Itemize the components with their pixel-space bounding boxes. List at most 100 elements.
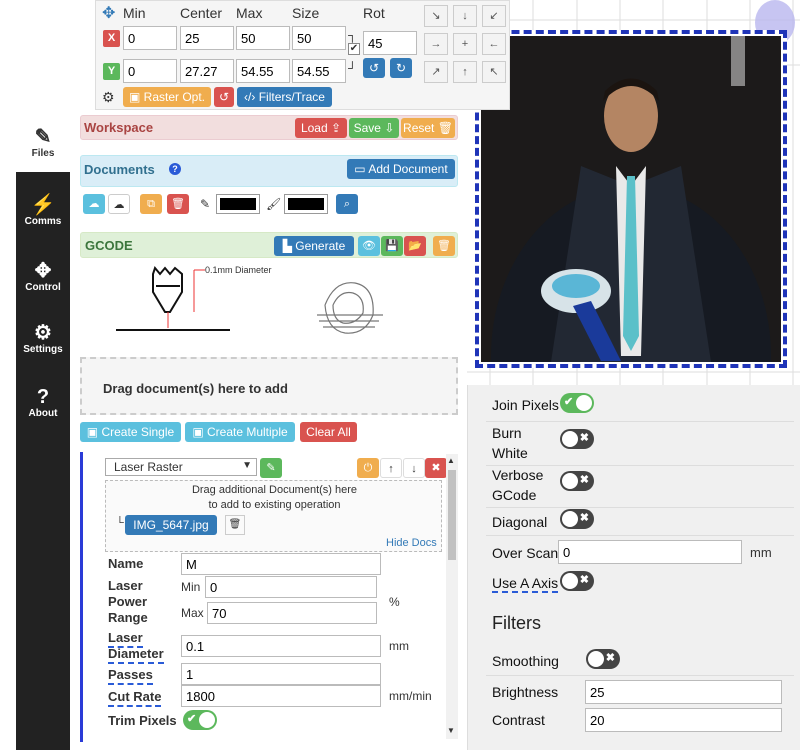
x-max-input[interactable] — [236, 26, 290, 50]
x-min-input[interactable] — [123, 26, 177, 50]
rotate-cw-button[interactable]: ↻ — [390, 58, 412, 78]
create-single-label: Create Single — [101, 425, 175, 439]
gcode-title: GCODE — [85, 238, 133, 253]
x-size-input[interactable] — [292, 26, 346, 50]
burn-white-toggle[interactable]: ✖ — [560, 429, 594, 449]
bracket-bottom-icon: ┘ — [348, 61, 357, 75]
clear-all-button[interactable]: Clear All — [300, 422, 357, 442]
nav-files[interactable]: ✎ Files — [16, 126, 70, 159]
reset-raster-button[interactable]: ↺ — [214, 87, 234, 107]
save-label: Save — [353, 121, 381, 135]
remove-doc-icon[interactable]: 🗑 — [225, 515, 245, 535]
passes-label: Passes — [108, 667, 153, 685]
passes-input[interactable] — [181, 663, 381, 685]
nav-control[interactable]: ✥ Control — [16, 260, 70, 293]
select-all-icon[interactable]: ☁ — [83, 194, 105, 214]
operation-type-select[interactable]: Laser Raster ▼ — [105, 458, 257, 476]
move-up-icon[interactable]: ↑ — [380, 458, 402, 478]
view-gcode-icon[interactable]: 👁 — [358, 236, 380, 256]
create-single-button[interactable]: ▣ Create Single — [80, 422, 181, 442]
x-center-input[interactable] — [180, 26, 234, 50]
workspace-reset-button[interactable]: Reset 🗑 — [401, 118, 455, 138]
open-gcode-icon[interactable]: 📂 — [404, 236, 426, 256]
smoothing-toggle[interactable]: ✖ — [586, 649, 620, 669]
fill-color-swatch[interactable] — [284, 194, 328, 214]
clone-icon[interactable]: ⧉ — [140, 194, 162, 214]
toggle-knob — [562, 573, 578, 589]
scroll-down-icon[interactable]: ▼ — [447, 726, 455, 735]
question-icon: ? — [36, 386, 50, 408]
col-min: Min — [123, 5, 146, 21]
scroll-up-icon[interactable]: ▲ — [447, 456, 455, 465]
trash-icon[interactable]: 🗑 — [167, 194, 189, 214]
gear-icon[interactable]: ⚙ — [102, 89, 115, 106]
align-bottom-button[interactable]: ↑ — [453, 61, 477, 83]
gcode-panel: GCODE ▙ Generate 👁 💾 📂 🗑 — [80, 232, 458, 258]
document-drop-zone[interactable]: Drag document(s) here to add — [80, 357, 458, 415]
nav-settings-label: Settings — [23, 344, 63, 355]
align-bottom-right-button[interactable]: ↗ — [424, 61, 448, 83]
nav-about[interactable]: ? About — [16, 386, 70, 419]
workspace-load-button[interactable]: Load ⇪ — [295, 118, 347, 138]
rotate-ccw-button[interactable]: ↺ — [363, 58, 385, 78]
align-right-button[interactable]: → — [424, 33, 448, 55]
align-bottom-left-button[interactable]: ↖ — [482, 61, 506, 83]
cut-rate-label: Cut Rate — [108, 689, 162, 707]
stroke-color-swatch[interactable] — [216, 194, 260, 214]
trim-pixels-toggle[interactable]: ✔ — [183, 710, 217, 730]
rotation-input[interactable] — [363, 31, 417, 55]
move-down-icon[interactable]: ↓ — [403, 458, 425, 478]
create-multiple-button[interactable]: ▣ Create Multiple — [185, 422, 295, 442]
align-top-button[interactable]: ↓ — [453, 5, 477, 27]
join-pixels-toggle[interactable]: ✔ — [560, 393, 594, 413]
zoom-icon[interactable]: ⌕ — [336, 194, 358, 214]
hide-docs-link[interactable]: Hide Docs — [386, 537, 437, 549]
clear-gcode-icon[interactable]: 🗑 — [433, 236, 455, 256]
magic-wand-icon[interactable]: ✎ — [260, 458, 282, 478]
y-center-input[interactable] — [180, 59, 234, 83]
operation-scrollbar[interactable]: ▲ ▼ — [446, 454, 458, 739]
align-top-left-button[interactable]: ↙ — [482, 5, 506, 27]
power-max-input[interactable] — [207, 602, 377, 624]
scroll-thumb[interactable] — [448, 470, 456, 560]
align-top-right-button[interactable]: ↘ — [424, 5, 448, 27]
filters-trace-button[interactable]: ‹/› Filters/Trace — [237, 87, 332, 107]
document-image-selection[interactable] — [475, 30, 787, 526]
y-max-input[interactable] — [236, 59, 290, 83]
move-icon: ✥ — [102, 5, 116, 22]
drop-zone-text: Drag document(s) here to add — [103, 381, 288, 396]
operation-name-input[interactable] — [181, 553, 381, 575]
generate-button[interactable]: ▙ Generate — [274, 236, 354, 256]
align-center-button[interactable]: + — [453, 33, 477, 55]
power-min-input[interactable] — [205, 576, 377, 598]
help-icon[interactable]: ? — [169, 163, 181, 175]
plug-icon: ⚡ — [30, 194, 56, 216]
diagonal-toggle[interactable]: ✖ — [560, 509, 594, 529]
operation-doc-chip[interactable]: IMG_5647.jpg — [125, 515, 217, 535]
y-size-input[interactable] — [292, 59, 346, 83]
y-min-input[interactable] — [123, 59, 177, 83]
nav-settings[interactable]: ⚙ Settings — [16, 322, 70, 355]
check-icon: ✔ — [187, 713, 197, 725]
contrast-input[interactable] — [585, 708, 782, 732]
use-a-axis-toggle[interactable]: ✖ — [560, 571, 594, 591]
toggle-operation-icon[interactable]: ⏻ — [357, 458, 379, 478]
lock-ratio-checkbox[interactable]: ✔ — [348, 43, 360, 55]
select-none-icon[interactable]: ☁ — [108, 194, 130, 214]
align-left-button[interactable]: ← — [482, 33, 506, 55]
nav-comms[interactable]: ⚡ Comms — [16, 194, 70, 227]
overscan-input[interactable] — [558, 540, 742, 564]
operation-doc-drop[interactable]: Drag additional Document(s) here to add … — [105, 480, 442, 552]
power-label-line3: Range — [108, 610, 148, 625]
raster-opt-button[interactable]: ▣ Raster Opt. — [123, 87, 211, 107]
save-gcode-icon[interactable]: 💾 — [381, 236, 403, 256]
brightness-input[interactable] — [585, 680, 782, 704]
add-document-button[interactable]: ▭ Add Document — [347, 159, 455, 179]
cut-rate-input[interactable] — [181, 685, 381, 707]
brush-icon: 🖌 — [266, 197, 282, 211]
workspace-save-button[interactable]: Save ⇩ — [349, 118, 399, 138]
remove-operation-icon[interactable]: ✖ — [425, 458, 447, 478]
laser-diameter-input[interactable] — [181, 635, 381, 657]
verbose-gcode-toggle[interactable]: ✖ — [560, 471, 594, 491]
raster-opt-label: Raster Opt. — [143, 90, 206, 104]
